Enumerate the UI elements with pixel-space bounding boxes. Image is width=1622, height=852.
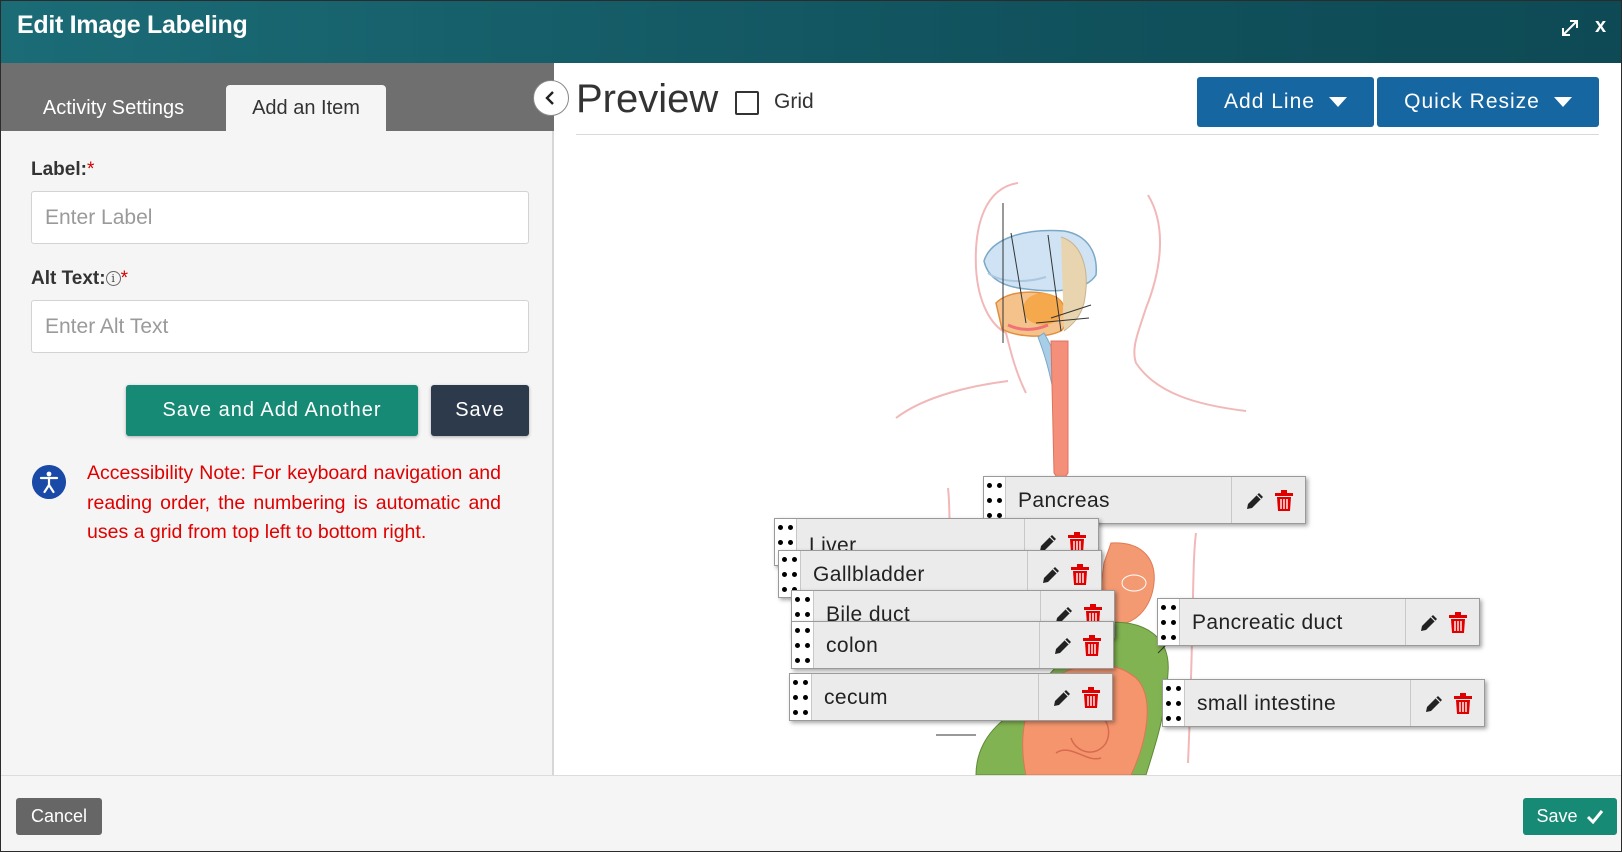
label-text: Pancreas	[1018, 489, 1110, 512]
close-button[interactable]: x	[1595, 15, 1606, 38]
pencil-icon[interactable]	[1051, 687, 1073, 709]
label-actions	[1039, 622, 1113, 668]
trash-icon[interactable]	[1082, 635, 1102, 657]
drag-handle-icon[interactable]	[1163, 680, 1185, 726]
label-input[interactable]	[31, 191, 529, 244]
label-text: Pancreatic duct	[1192, 611, 1343, 634]
required-asterisk: *	[86, 159, 95, 180]
dialog-title: Edit Image Labeling	[17, 11, 248, 39]
label-actions	[1410, 680, 1484, 726]
collapse-sidebar-button[interactable]	[533, 80, 569, 116]
drag-handle-icon[interactable]	[792, 622, 814, 668]
checkmark-icon	[1586, 809, 1603, 824]
label-field-text: Label:	[31, 159, 87, 180]
trash-icon[interactable]	[1274, 490, 1294, 512]
accessibility-note: Accessibility Note: For keyboard navigat…	[87, 462, 501, 543]
edit-image-labeling-dialog: Edit Image Labeling x Activity Settings …	[0, 0, 1622, 852]
accessibility-icon	[32, 465, 66, 499]
trash-icon[interactable]	[1453, 693, 1473, 715]
label-item-pancreas[interactable]: Pancreas	[983, 476, 1306, 524]
label-actions	[1231, 477, 1305, 523]
expand-icon[interactable]	[1559, 17, 1581, 39]
label-field-label: Label:*	[31, 159, 94, 181]
pencil-icon[interactable]	[1244, 490, 1266, 512]
pencil-icon[interactable]	[1052, 635, 1074, 657]
pencil-icon[interactable]	[1423, 693, 1445, 715]
cancel-button[interactable]: Cancel	[16, 798, 102, 835]
alt-text-field-text: Alt Text:	[31, 268, 106, 289]
save-item-button[interactable]: Save	[431, 385, 529, 436]
drag-handle-icon[interactable]	[1158, 599, 1180, 645]
trash-icon[interactable]	[1070, 564, 1090, 586]
title-bar: Edit Image Labeling x	[1, 1, 1621, 63]
pencil-icon[interactable]	[1418, 612, 1440, 634]
label-text: cecum	[824, 686, 888, 709]
label-item-pancreatic-duct[interactable]: Pancreatic duct	[1157, 598, 1480, 646]
save-and-add-another-button[interactable]: Save and Add Another	[126, 385, 418, 436]
alt-text-input[interactable]	[31, 300, 529, 353]
sidebar-panel: Activity Settings Add an Item Label:* Al…	[1, 63, 554, 775]
chevron-left-icon	[545, 91, 554, 105]
label-item-colon[interactable]: colon	[791, 621, 1114, 669]
tab-activity-settings[interactable]: Activity Settings	[26, 85, 201, 131]
required-asterisk: *	[120, 268, 128, 289]
label-actions	[1038, 674, 1112, 720]
label-item-cecum[interactable]: cecum	[789, 673, 1113, 721]
label-text: colon	[826, 634, 879, 657]
tab-add-an-item[interactable]: Add an Item	[226, 85, 386, 131]
alt-text-field-label: Alt Text: i *	[31, 268, 128, 290]
trash-icon[interactable]	[1081, 687, 1101, 709]
label-actions	[1405, 599, 1479, 645]
preview-panel: Preview Grid Add Line Quick Resize Pancr…	[556, 63, 1621, 775]
trash-icon[interactable]	[1448, 612, 1468, 634]
label-item-small-intestine[interactable]: small intestine	[1162, 679, 1485, 727]
label-text: small intestine	[1197, 692, 1337, 715]
tab-strip: Activity Settings Add an Item	[1, 63, 554, 131]
save-button[interactable]: Save	[1523, 798, 1617, 835]
pencil-icon[interactable]	[1040, 564, 1062, 586]
info-icon[interactable]: i	[105, 271, 121, 286]
save-button-label: Save	[1536, 806, 1578, 826]
drag-handle-icon[interactable]	[984, 477, 1006, 523]
dialog-footer: Cancel Save	[1, 775, 1621, 851]
drag-handle-icon[interactable]	[790, 674, 812, 720]
